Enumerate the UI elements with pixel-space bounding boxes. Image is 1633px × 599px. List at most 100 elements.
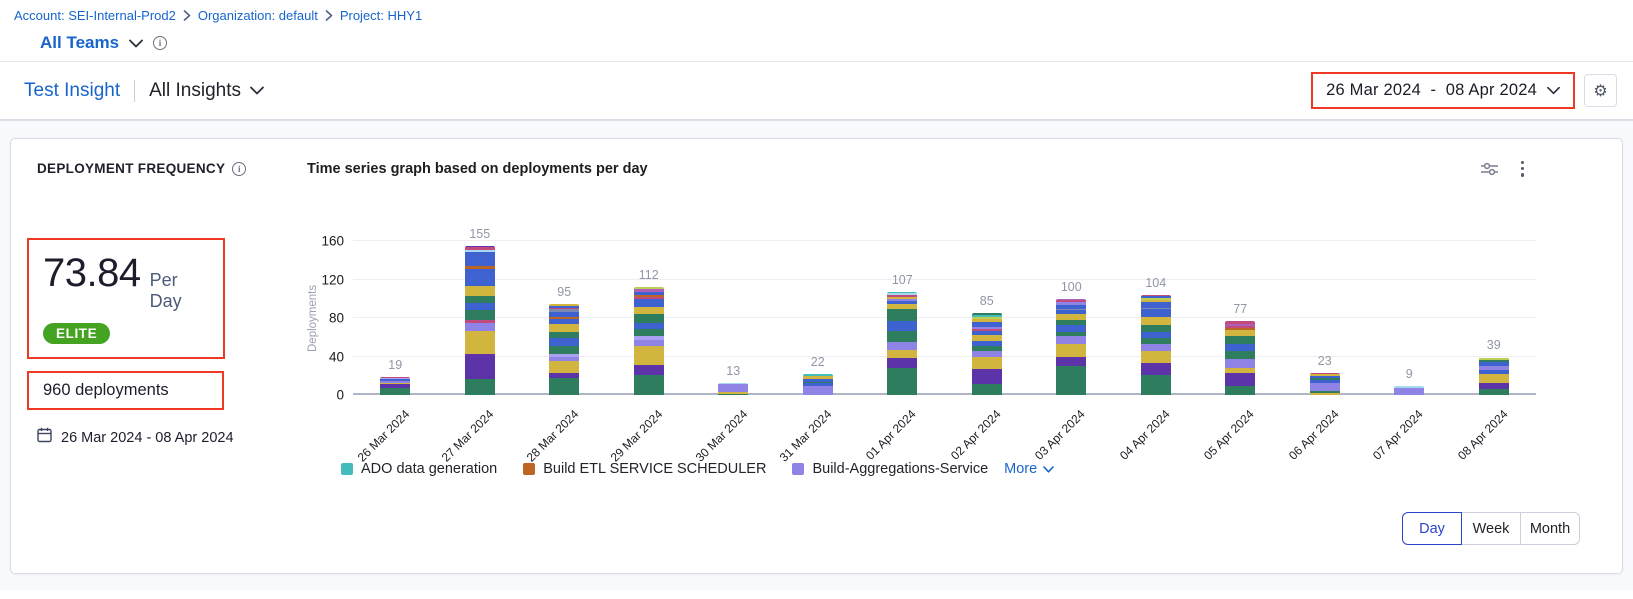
bar-segment[interactable] (465, 310, 495, 320)
bar-column[interactable]: 15527 Mar 2024 (438, 241, 523, 395)
bar-column[interactable]: 1926 Mar 2024 (353, 241, 438, 395)
stacked-bar[interactable] (634, 287, 664, 395)
stacked-bar[interactable] (549, 304, 579, 395)
bar-segment[interactable] (1225, 336, 1255, 344)
bar-segment[interactable] (465, 379, 495, 395)
stacked-bar[interactable] (465, 246, 495, 395)
bar-segment[interactable] (1225, 386, 1255, 395)
bar-segment[interactable] (634, 365, 664, 375)
bar-segment[interactable] (1225, 373, 1255, 386)
bar-segment[interactable] (1225, 344, 1255, 351)
filter-settings-button[interactable] (1480, 161, 1499, 177)
bar-segment[interactable] (549, 361, 579, 373)
stacked-bar[interactable] (1479, 357, 1509, 395)
bar-segment[interactable] (1056, 344, 1086, 357)
bar-segment[interactable] (1141, 302, 1171, 309)
bar-segment[interactable] (465, 269, 495, 286)
bar-segment[interactable] (718, 394, 748, 395)
bar-segment[interactable] (1141, 375, 1171, 395)
stacked-bar[interactable] (1310, 373, 1340, 395)
info-icon[interactable]: i (153, 36, 167, 50)
stacked-bar[interactable] (972, 313, 1002, 395)
bar-segment[interactable] (1225, 359, 1255, 368)
bar-segment[interactable] (1310, 383, 1340, 392)
bar-column[interactable]: 11229 Mar 2024 (607, 241, 692, 395)
settings-button[interactable]: ⚙︎ (1584, 74, 1617, 107)
bar-column[interactable]: 7705 Apr 2024 (1198, 241, 1283, 395)
stacked-bar[interactable] (718, 383, 748, 396)
bar-segment[interactable] (465, 331, 495, 354)
bar-segment[interactable] (1479, 383, 1509, 390)
bar-segment[interactable] (634, 329, 664, 337)
bar-segment[interactable] (549, 378, 579, 395)
insights-dropdown[interactable]: All Insights (149, 80, 264, 102)
bar-segment[interactable] (718, 384, 748, 392)
bar-column[interactable]: 9528 Mar 2024 (522, 241, 607, 395)
bar-segment[interactable] (1056, 366, 1086, 395)
bar-segment[interactable] (887, 309, 917, 321)
bar-segment[interactable] (465, 296, 495, 303)
bar-segment[interactable] (634, 375, 664, 395)
bar-segment[interactable] (549, 332, 579, 339)
bar-segment[interactable] (380, 388, 410, 395)
bar-segment[interactable] (549, 324, 579, 332)
bar-segment[interactable] (1394, 388, 1424, 395)
granularity-month-button[interactable]: Month (1520, 512, 1580, 545)
insight-name-link[interactable]: Test Insight (24, 80, 120, 102)
granularity-week-button[interactable]: Week (1461, 512, 1521, 545)
bar-segment[interactable] (634, 346, 664, 365)
bar-segment[interactable] (1225, 330, 1255, 337)
bar-segment[interactable] (887, 321, 917, 331)
bar-segment[interactable] (1141, 317, 1171, 325)
bar-segment[interactable] (1141, 351, 1171, 364)
bar-segment[interactable] (1310, 393, 1340, 395)
bar-column[interactable]: 3908 Apr 2024 (1452, 241, 1537, 395)
team-selector-label[interactable]: All Teams (40, 33, 119, 53)
bar-segment[interactable] (549, 346, 579, 354)
bar-segment[interactable] (465, 354, 495, 379)
bar-segment[interactable] (1141, 325, 1171, 333)
bar-segment[interactable] (887, 331, 917, 343)
bar-segment[interactable] (465, 303, 495, 311)
bar-segment[interactable] (1141, 309, 1171, 317)
bar-segment[interactable] (803, 386, 833, 395)
bar-column[interactable]: 10701 Apr 2024 (860, 241, 945, 395)
bar-segment[interactable] (1225, 351, 1255, 360)
bar-segment[interactable] (634, 299, 664, 307)
legend-more-link[interactable]: More (1004, 461, 1054, 477)
chevron-down-icon[interactable] (129, 39, 143, 48)
bar-segment[interactable] (887, 342, 917, 350)
bar-segment[interactable] (1479, 374, 1509, 383)
team-selector[interactable]: All Teams i (40, 33, 1617, 53)
bar-column[interactable]: 2231 Mar 2024 (776, 241, 861, 395)
breadcrumb-item[interactable]: Organization: default (198, 8, 318, 23)
legend-item[interactable]: Build-Aggregations-Service (792, 461, 988, 477)
bar-column[interactable]: 10404 Apr 2024 (1114, 241, 1199, 395)
stacked-bar[interactable] (887, 292, 917, 395)
bar-segment[interactable] (465, 286, 495, 296)
bar-segment[interactable] (887, 358, 917, 368)
bar-segment[interactable] (1056, 336, 1086, 344)
stacked-bar[interactable] (803, 374, 833, 395)
bar-segment[interactable] (1141, 363, 1171, 375)
bar-segment[interactable] (972, 357, 1002, 369)
bar-segment[interactable] (1056, 357, 1086, 366)
stacked-bar[interactable] (1056, 299, 1086, 395)
legend-item[interactable]: Build ETL SERVICE SCHEDULER (523, 461, 766, 477)
bar-column[interactable]: 10003 Apr 2024 (1029, 241, 1114, 395)
kebab-menu-button[interactable] (1519, 159, 1526, 179)
bar-segment[interactable] (887, 350, 917, 359)
info-icon[interactable]: i (232, 162, 246, 176)
bar-segment[interactable] (972, 369, 1002, 384)
bar-segment[interactable] (634, 314, 664, 323)
stacked-bar[interactable] (1225, 321, 1255, 395)
breadcrumb-item[interactable]: Project: HHY1 (340, 8, 422, 23)
stacked-bar[interactable] (380, 377, 410, 395)
granularity-day-button[interactable]: Day (1402, 512, 1462, 545)
bar-column[interactable]: 8502 Apr 2024 (945, 241, 1030, 395)
bar-segment[interactable] (465, 252, 495, 266)
bar-column[interactable]: 907 Apr 2024 (1367, 241, 1452, 395)
bar-column[interactable]: 1330 Mar 2024 (691, 241, 776, 395)
breadcrumb-item[interactable]: Account: SEI-Internal-Prod2 (14, 8, 176, 23)
bar-segment[interactable] (549, 338, 579, 346)
